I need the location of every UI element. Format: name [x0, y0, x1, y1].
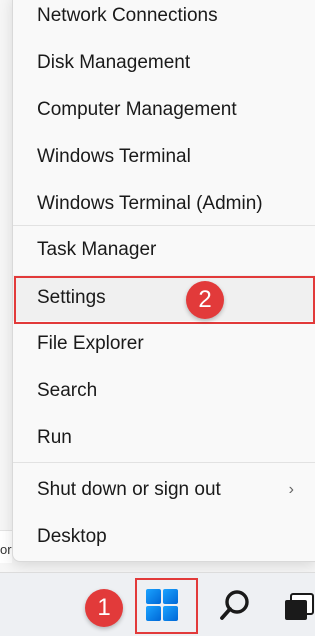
- background-window-text-fragment: or: [0, 542, 12, 557]
- menu-item-windows-terminal[interactable]: Windows Terminal: [13, 134, 315, 180]
- menu-item-label: Windows Terminal: [37, 146, 191, 167]
- menu-item-label: Shut down or sign out: [37, 479, 221, 500]
- menu-item-run[interactable]: Run: [13, 415, 315, 461]
- taskbar-task-view-button[interactable]: [276, 583, 315, 627]
- menu-item-file-explorer[interactable]: File Explorer: [13, 321, 315, 367]
- start-context-menu: Network Connections Disk Management Comp…: [12, 0, 315, 562]
- menu-item-label: File Explorer: [37, 333, 144, 354]
- menu-item-label: Search: [37, 380, 98, 401]
- screen: or ly Network Connections Disk Managemen…: [0, 0, 315, 636]
- menu-item-label: Settings: [37, 287, 106, 308]
- menu-item-disk-management[interactable]: Disk Management: [13, 40, 315, 86]
- menu-item-label: Desktop: [37, 526, 107, 547]
- taskbar: [0, 572, 315, 636]
- menu-item-desktop[interactable]: Desktop: [13, 514, 315, 560]
- menu-item-label: Windows Terminal (Admin): [37, 193, 263, 214]
- menu-item-computer-management[interactable]: Computer Management: [13, 87, 315, 133]
- menu-item-label: Computer Management: [37, 99, 237, 120]
- menu-item-windows-terminal-admin[interactable]: Windows Terminal (Admin): [13, 181, 315, 227]
- step-1-badge: 1: [85, 589, 123, 627]
- menu-item-label: Disk Management: [37, 52, 191, 73]
- step-2-badge: 2: [186, 281, 224, 319]
- menu-separator: [13, 225, 315, 226]
- menu-item-shut-down-or-sign-out[interactable]: Shut down or sign out ›: [13, 467, 315, 513]
- menu-item-search[interactable]: Search: [13, 368, 315, 414]
- menu-item-label: Run: [37, 427, 72, 448]
- chevron-right-icon: ›: [288, 481, 294, 498]
- taskbar-search-button[interactable]: [213, 583, 257, 627]
- task-view-icon: [285, 593, 314, 620]
- menu-item-task-manager[interactable]: Task Manager: [13, 227, 315, 273]
- menu-separator: [13, 462, 315, 463]
- windows-start-icon: [146, 589, 178, 621]
- menu-item-label: Task Manager: [37, 239, 157, 260]
- search-icon: [220, 590, 249, 620]
- start-button[interactable]: [140, 583, 184, 627]
- menu-item-settings[interactable]: Settings: [13, 275, 315, 321]
- menu-item-network-connections[interactable]: Network Connections: [13, 0, 315, 39]
- menu-item-label: Network Connections: [37, 5, 218, 26]
